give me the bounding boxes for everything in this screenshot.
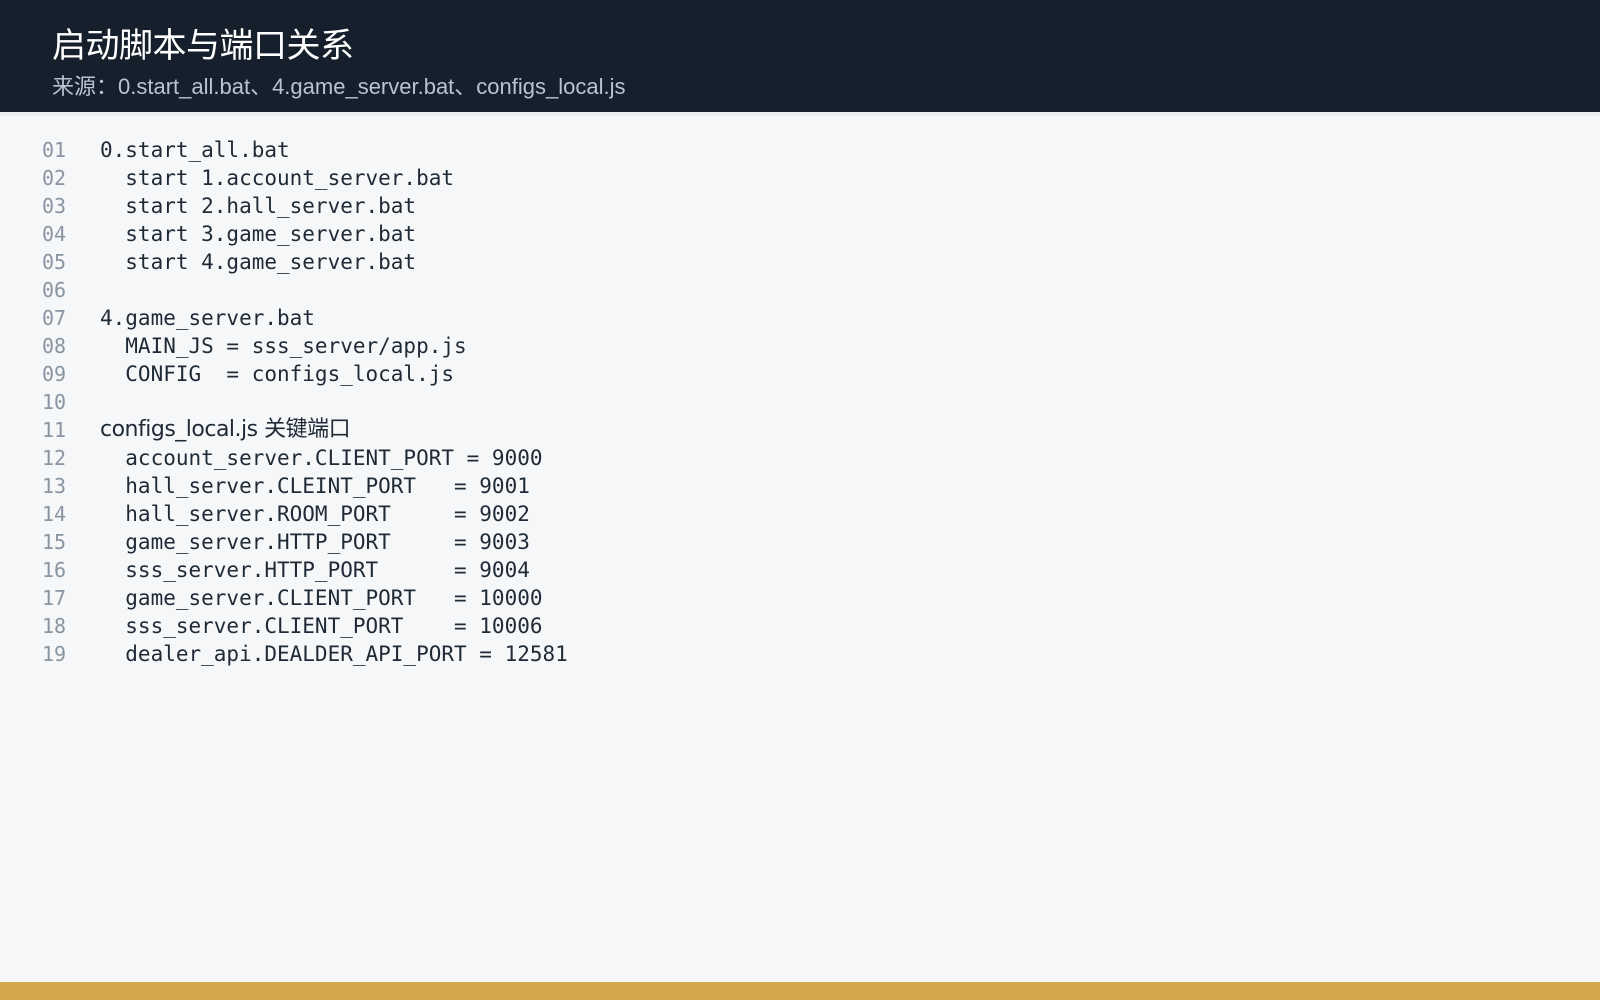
- line-number: 06: [42, 278, 67, 302]
- code-section-heading: configs_local.js 关键端口: [100, 417, 351, 442]
- code-text: game_server.HTTP_PORT = 9003: [100, 530, 530, 554]
- code-line: 03 start 2.hall_server.bat: [0, 192, 1600, 220]
- code-line: 16 sss_server.HTTP_PORT = 9004: [0, 556, 1600, 584]
- code-text: sss_server.HTTP_PORT = 9004: [100, 558, 530, 582]
- code-text: MAIN_JS = sss_server/app.js: [100, 334, 467, 358]
- code-line: 19 dealer_api.DEALDER_API_PORT = 12581: [0, 640, 1600, 668]
- code-line: 18 sss_server.CLIENT_PORT = 10006: [0, 612, 1600, 640]
- code-block: 01 0.start_all.bat 02 start 1.account_ser…: [0, 136, 1600, 668]
- code-text: start 3.game_server.bat: [100, 222, 417, 246]
- code-text: game_server.CLIENT_PORT = 10000: [100, 586, 543, 610]
- code-line: 13 hall_server.CLEINT_PORT = 9001: [0, 472, 1600, 500]
- line-number: 08: [42, 334, 67, 358]
- line-number: 10: [42, 390, 67, 414]
- line-number: 13: [42, 474, 67, 498]
- line-number: 16: [42, 558, 67, 582]
- line-number: 04: [42, 222, 67, 246]
- header-bar: 启动脚本与端口关系 来源：0.start_all.bat、4.game_serv…: [0, 0, 1600, 112]
- code-line: 11 configs_local.js 关键端口: [0, 416, 1600, 444]
- code-line: 15 game_server.HTTP_PORT = 9003: [0, 528, 1600, 556]
- line-number: 12: [42, 446, 67, 470]
- code-line: 04 start 3.game_server.bat: [0, 220, 1600, 248]
- code-text: 4.game_server.bat: [100, 306, 315, 330]
- line-number: 14: [42, 502, 67, 526]
- code-text: account_server.CLIENT_PORT = 9000: [100, 446, 543, 470]
- code-line: 07 4.game_server.bat: [0, 304, 1600, 332]
- code-line: 08 MAIN_JS = sss_server/app.js: [0, 332, 1600, 360]
- code-text: start 1.account_server.bat: [100, 166, 455, 190]
- code-text: start 2.hall_server.bat: [100, 194, 417, 218]
- code-line: 05 start 4.game_server.bat: [0, 248, 1600, 276]
- line-number: 02: [42, 166, 67, 190]
- code-line: 12 account_server.CLIENT_PORT = 9000: [0, 444, 1600, 472]
- code-line: 02 start 1.account_server.bat: [0, 164, 1600, 192]
- line-number: 15: [42, 530, 67, 554]
- code-text: sss_server.CLIENT_PORT = 10006: [100, 614, 543, 638]
- code-line: 09 CONFIG = configs_local.js: [0, 360, 1600, 388]
- code-line: 06: [0, 276, 1600, 304]
- line-number: 09: [42, 362, 67, 386]
- code-text: hall_server.ROOM_PORT = 9002: [100, 502, 530, 526]
- code-text: 0.start_all.bat: [100, 138, 290, 162]
- line-number: 19: [42, 642, 67, 666]
- header-divider: [0, 112, 1600, 116]
- code-line: 17 game_server.CLIENT_PORT = 10000: [0, 584, 1600, 612]
- code-text: CONFIG = configs_local.js: [100, 362, 455, 386]
- code-text: start 4.game_server.bat: [100, 250, 417, 274]
- code-line: 10: [0, 388, 1600, 416]
- code-text: dealer_api.DEALDER_API_PORT = 12581: [100, 642, 568, 666]
- line-number: 11: [42, 418, 67, 442]
- line-number: 03: [42, 194, 67, 218]
- line-number: 01: [42, 138, 67, 162]
- slide-page: 启动脚本与端口关系 来源：0.start_all.bat、4.game_serv…: [0, 0, 1600, 1000]
- line-number: 18: [42, 614, 67, 638]
- accent-footer-bar: [0, 982, 1600, 1000]
- page-subtitle: 来源：0.start_all.bat、4.game_server.bat、con…: [52, 74, 626, 99]
- code-line: 14 hall_server.ROOM_PORT = 9002: [0, 500, 1600, 528]
- line-number: 17: [42, 586, 67, 610]
- code-text: hall_server.CLEINT_PORT = 9001: [100, 474, 530, 498]
- code-line: 01 0.start_all.bat: [0, 136, 1600, 164]
- line-number: 05: [42, 250, 67, 274]
- page-title: 启动脚本与端口关系: [52, 26, 354, 66]
- line-number: 07: [42, 306, 67, 330]
